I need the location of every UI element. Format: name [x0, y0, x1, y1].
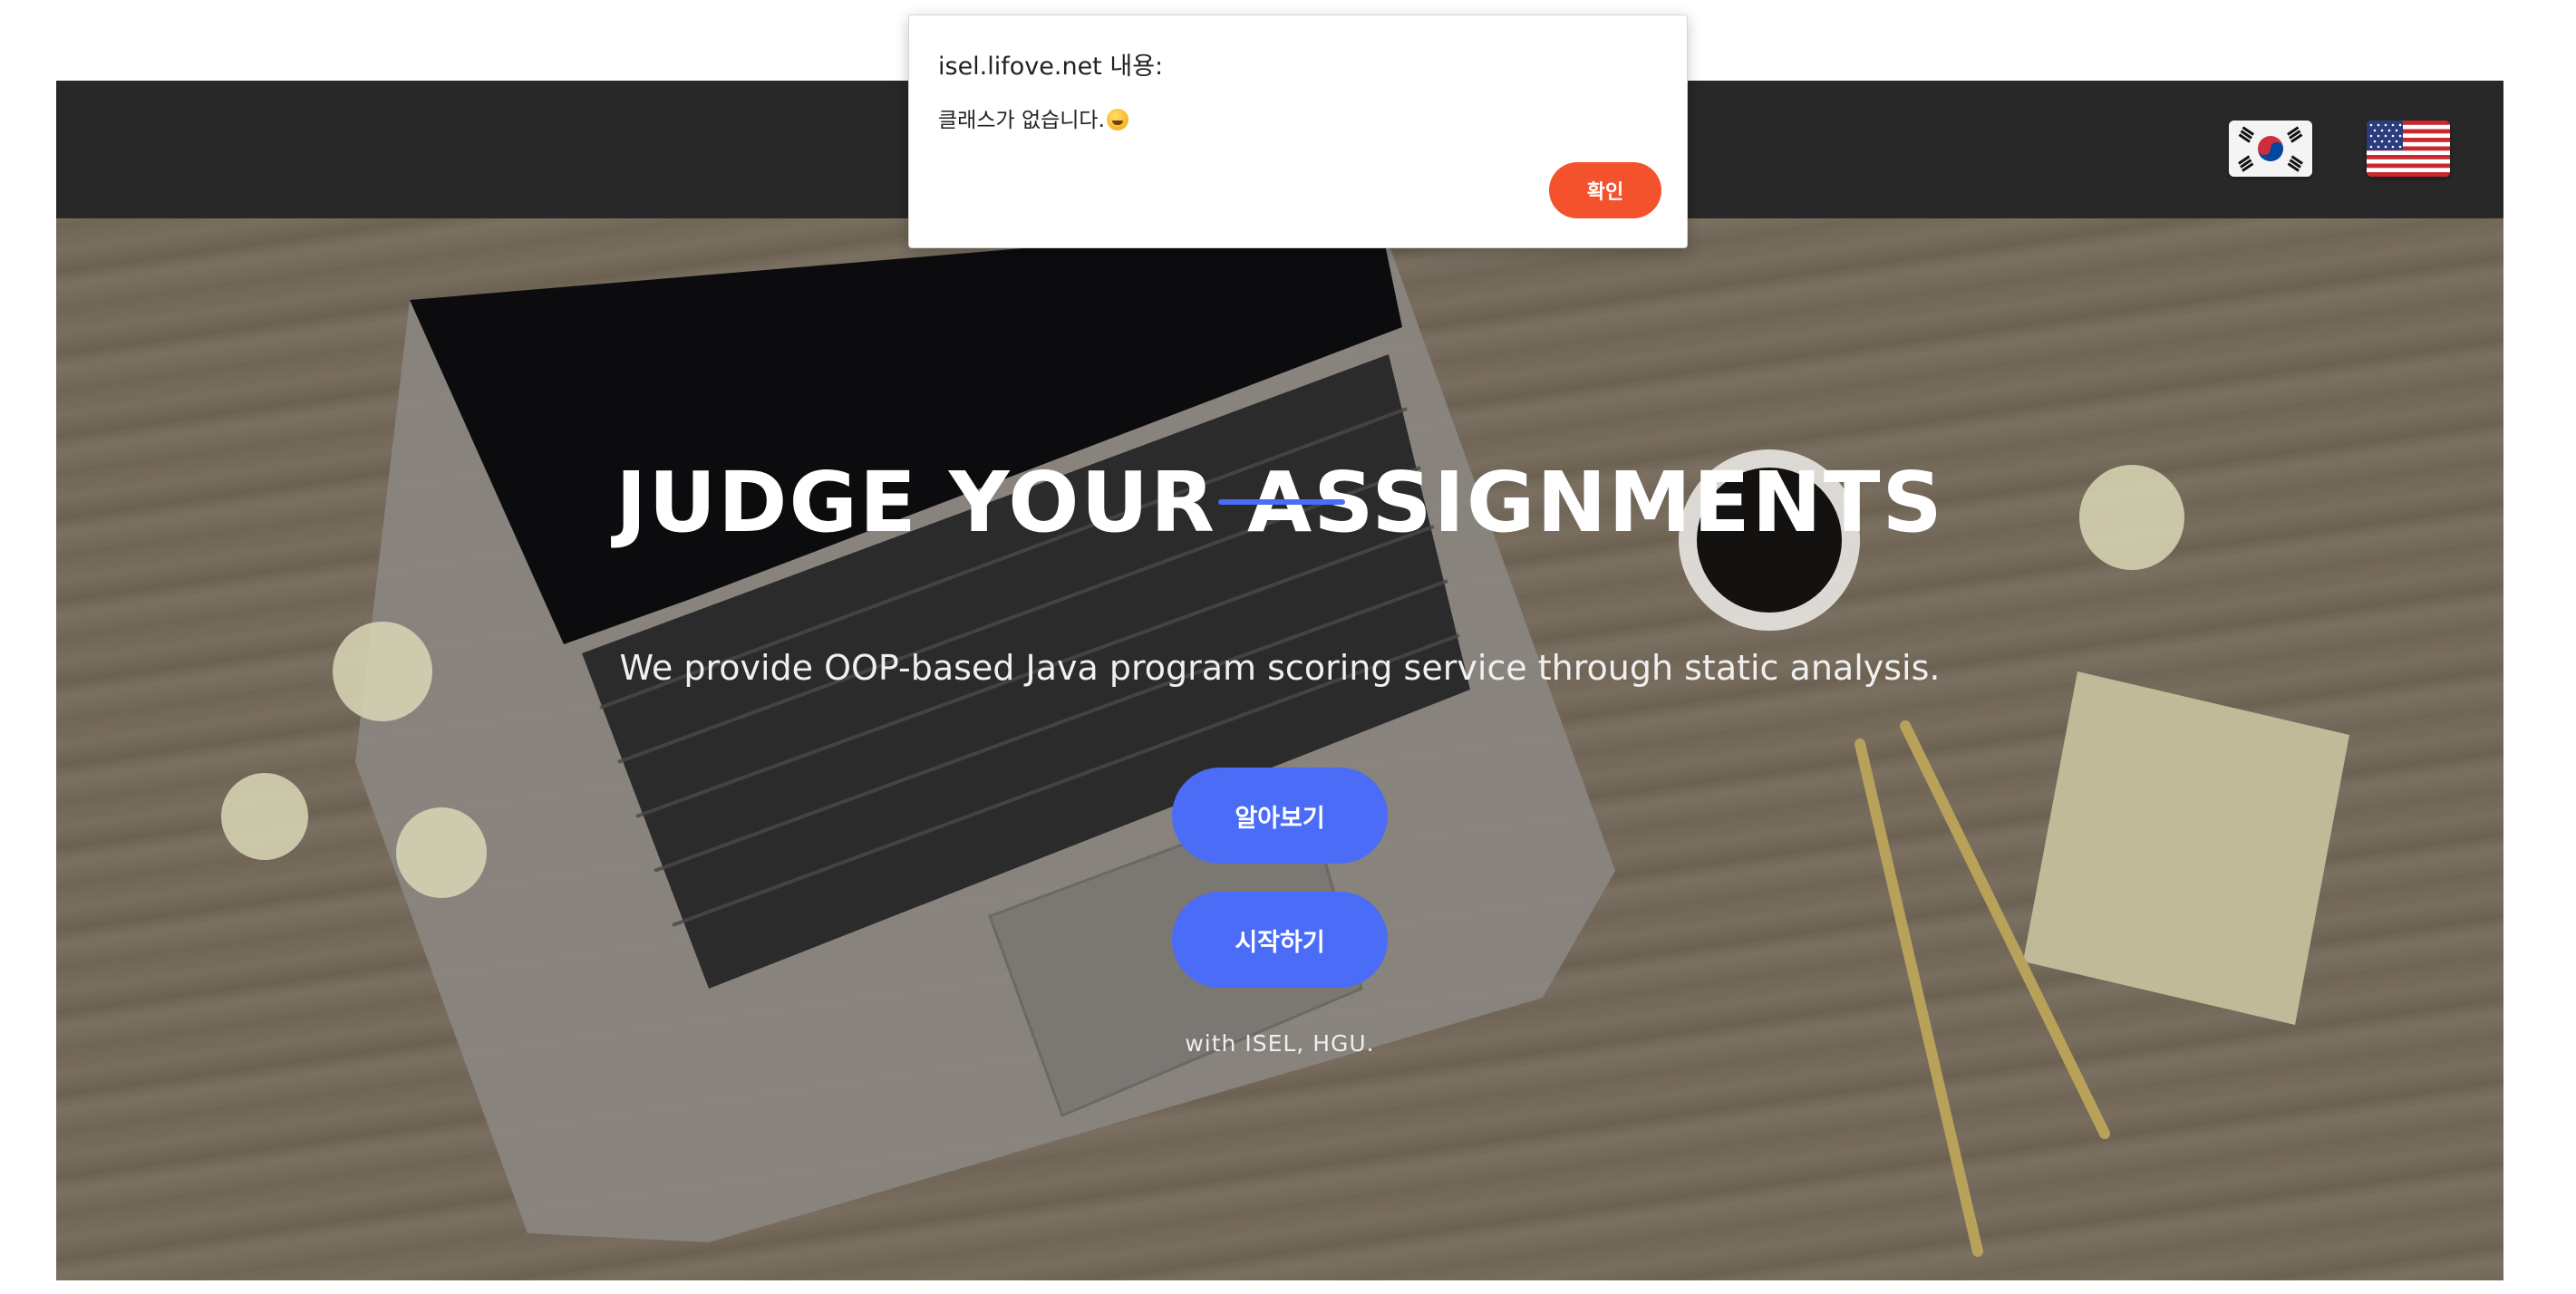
- dialog-message-text: 클래스가 없습니다.: [938, 109, 1105, 132]
- hero-credit: with ISEL, HGU.: [1185, 1030, 1375, 1057]
- alert-dialog: isel.lifove.net 내용: 클래스가 없습니다. 확인: [908, 14, 1688, 248]
- usa-flag-icon[interactable]: [2367, 121, 2450, 177]
- page-frame: JUDGE YOUR ASSIGNMENTS We provide OOP-ba…: [56, 81, 2503, 1280]
- dialog-title: isel.lifove.net 내용:: [938, 53, 1164, 81]
- dialog-message: 클래스가 없습니다.: [938, 102, 1128, 133]
- title-underline: [1218, 499, 1345, 505]
- grinning-sweat-emoji-icon: [1106, 109, 1128, 130]
- learn-more-button[interactable]: 알아보기: [1172, 768, 1388, 864]
- hero-subtitle: We provide OOP-based Java program scorin…: [619, 648, 1941, 688]
- korea-flag-icon[interactable]: [2229, 121, 2312, 177]
- hero-section: JUDGE YOUR ASSIGNMENTS We provide OOP-ba…: [56, 218, 2503, 1280]
- start-button[interactable]: 시작하기: [1172, 892, 1388, 988]
- dialog-ok-button[interactable]: 확인: [1549, 162, 1661, 218]
- hero-background-image: [221, 218, 2349, 1257]
